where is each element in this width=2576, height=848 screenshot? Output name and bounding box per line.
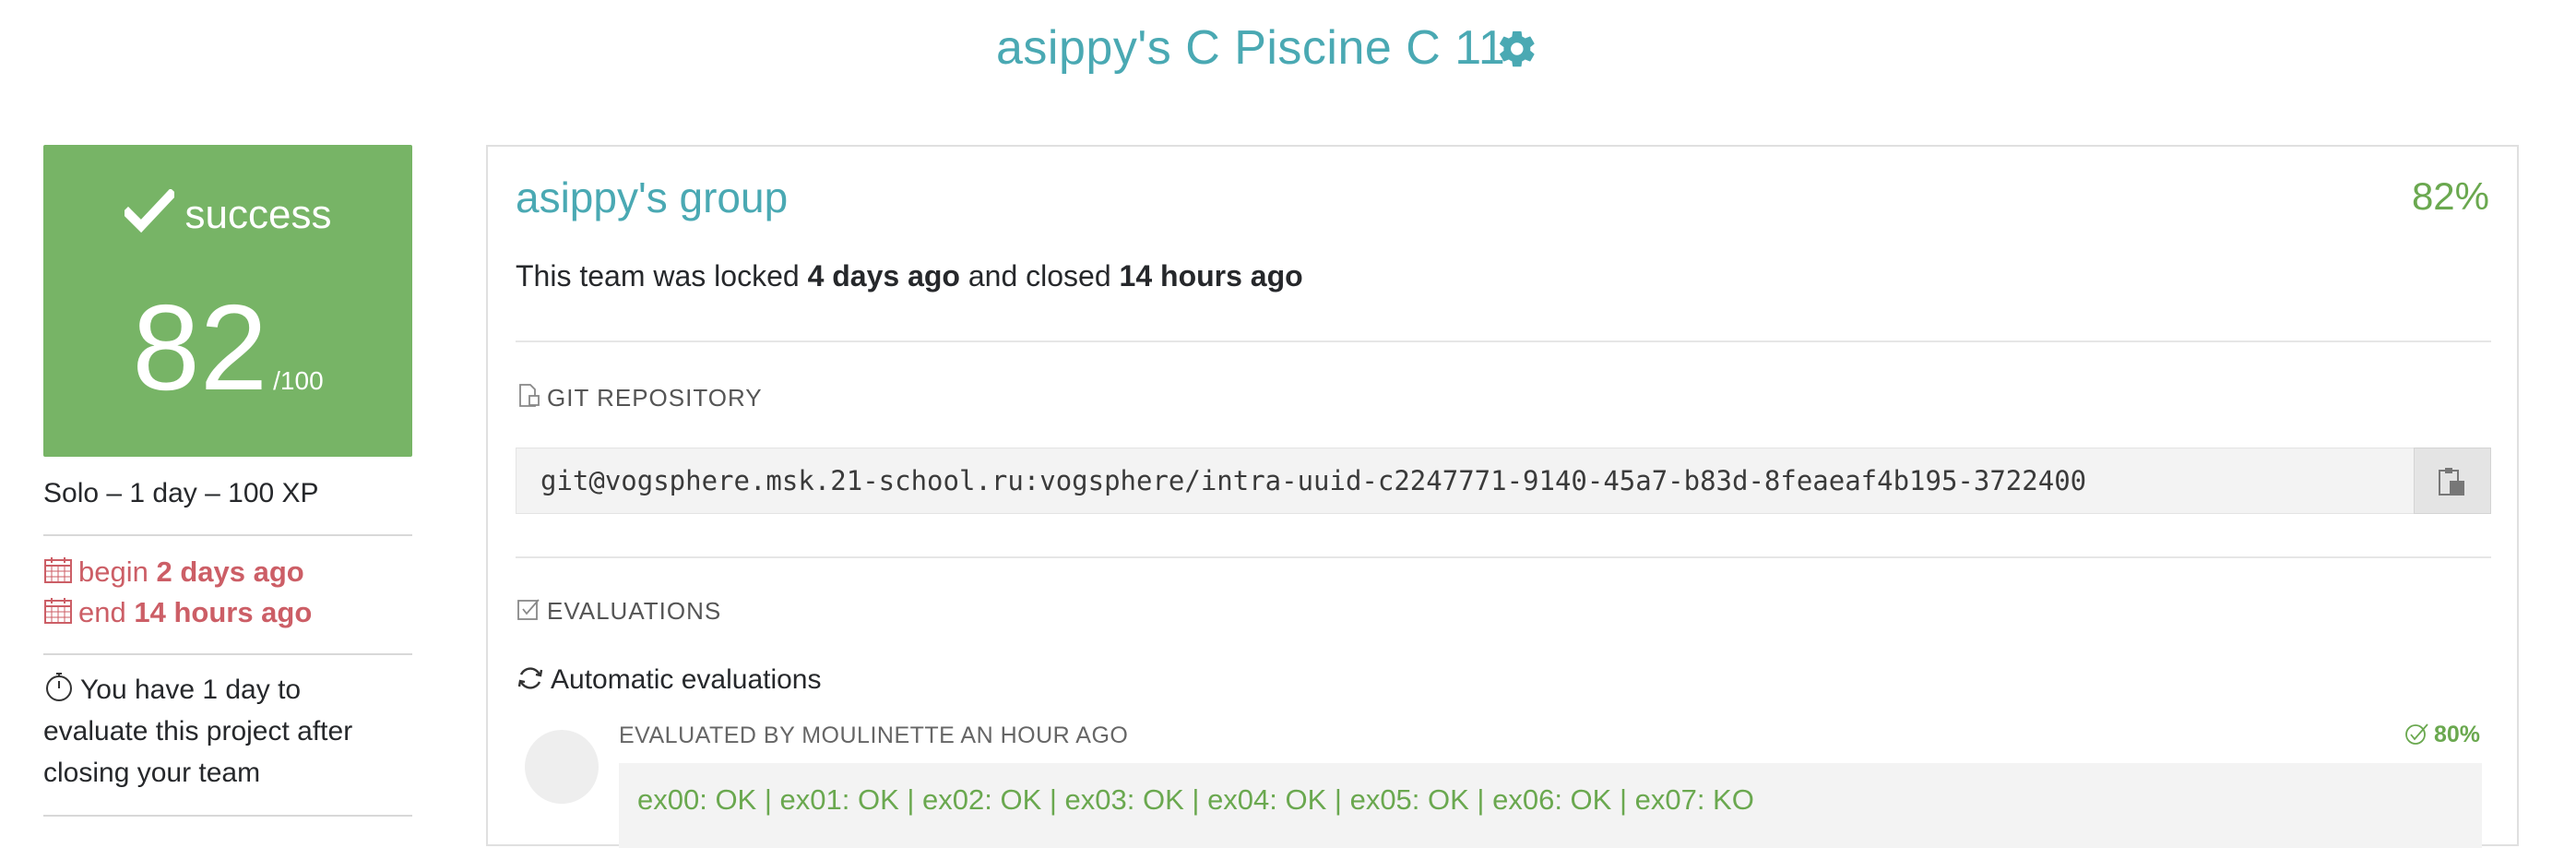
copy-button[interactable] <box>2414 448 2491 514</box>
refresh-icon <box>517 667 543 689</box>
end-label: end <box>78 596 126 628</box>
lock-prefix: This team was locked <box>516 259 800 293</box>
calendar-icon <box>44 598 72 624</box>
file-icon <box>519 384 540 407</box>
automatic-evaluations-label: Automatic evaluations <box>516 663 822 696</box>
git-heading: GIT REPOSITORY <box>547 384 763 412</box>
evaluation-note: You have 1 day to evaluate this project … <box>43 669 412 794</box>
status-label: success <box>184 192 332 237</box>
status-row: success <box>43 189 412 238</box>
evaluation-note-text: You have 1 day to evaluate this project … <box>43 675 353 788</box>
divider <box>43 653 412 655</box>
page-title: asippy's C Piscine C 11 <box>996 21 1506 75</box>
begin-date: begin 2 days ago <box>43 555 304 589</box>
score-value: 82 <box>132 280 268 415</box>
git-section-heading: GIT REPOSITORY <box>516 383 763 412</box>
avatar <box>525 730 599 804</box>
evaluations-heading: EVALUATIONS <box>547 597 722 625</box>
page-header: asippy's C Piscine C 11 <box>0 0 2576 102</box>
evaluated-by: EVALUATED BY MOULINETTE AN HOUR AGO <box>619 723 1129 748</box>
stopwatch-icon <box>46 673 72 701</box>
lock-middle: and closed <box>967 259 1111 293</box>
divider <box>43 534 412 536</box>
evaluations-section-heading: EVALUATIONS <box>516 596 721 626</box>
end-date: end 14 hours ago <box>43 596 312 629</box>
evaluation-percent-value: 80% <box>2433 722 2480 747</box>
score-row: 82/100 <box>43 283 412 412</box>
clipboard-icon <box>2439 468 2464 496</box>
project-summary: Solo – 1 day – 100 XP <box>43 478 319 508</box>
end-value: 14 hours ago <box>134 596 313 628</box>
team-name[interactable]: asippy's group <box>516 173 788 222</box>
check-icon <box>124 189 174 233</box>
team-lock-status: This team was locked 4 days ago and clos… <box>516 259 1303 293</box>
evaluation-percent: 80% <box>2404 721 2480 748</box>
calendar-icon <box>44 557 72 583</box>
score-max: /100 <box>273 366 324 395</box>
status-card: success 82/100 <box>43 145 412 457</box>
team-panel: asippy's group 82% This team was locked … <box>486 145 2519 848</box>
divider <box>43 815 412 817</box>
begin-value: 2 days ago <box>156 555 304 588</box>
begin-label: begin <box>78 555 148 588</box>
divider <box>516 556 2491 558</box>
git-repo-field[interactable]: git@vogsphere.msk.21-school.ru:vogsphere… <box>516 448 2491 514</box>
locked-ago: 4 days ago <box>807 259 960 293</box>
checkbox-icon <box>517 599 540 620</box>
evaluation-result: ex00: OK | ex01: OK | ex02: OK | ex03: O… <box>619 763 2482 848</box>
team-percent: 82% <box>2411 174 2489 218</box>
evaluation-result-text: ex00: OK | ex01: OK | ex02: OK | ex03: O… <box>637 783 1754 816</box>
git-url[interactable]: git@vogsphere.msk.21-school.ru:vogsphere… <box>540 465 2086 496</box>
automatic-evaluations-text: Automatic evaluations <box>551 664 822 695</box>
divider <box>516 340 2491 342</box>
check-circle-icon <box>2405 723 2428 745</box>
closed-ago: 14 hours ago <box>1119 259 1303 293</box>
gear-icon[interactable] <box>1496 28 1538 70</box>
